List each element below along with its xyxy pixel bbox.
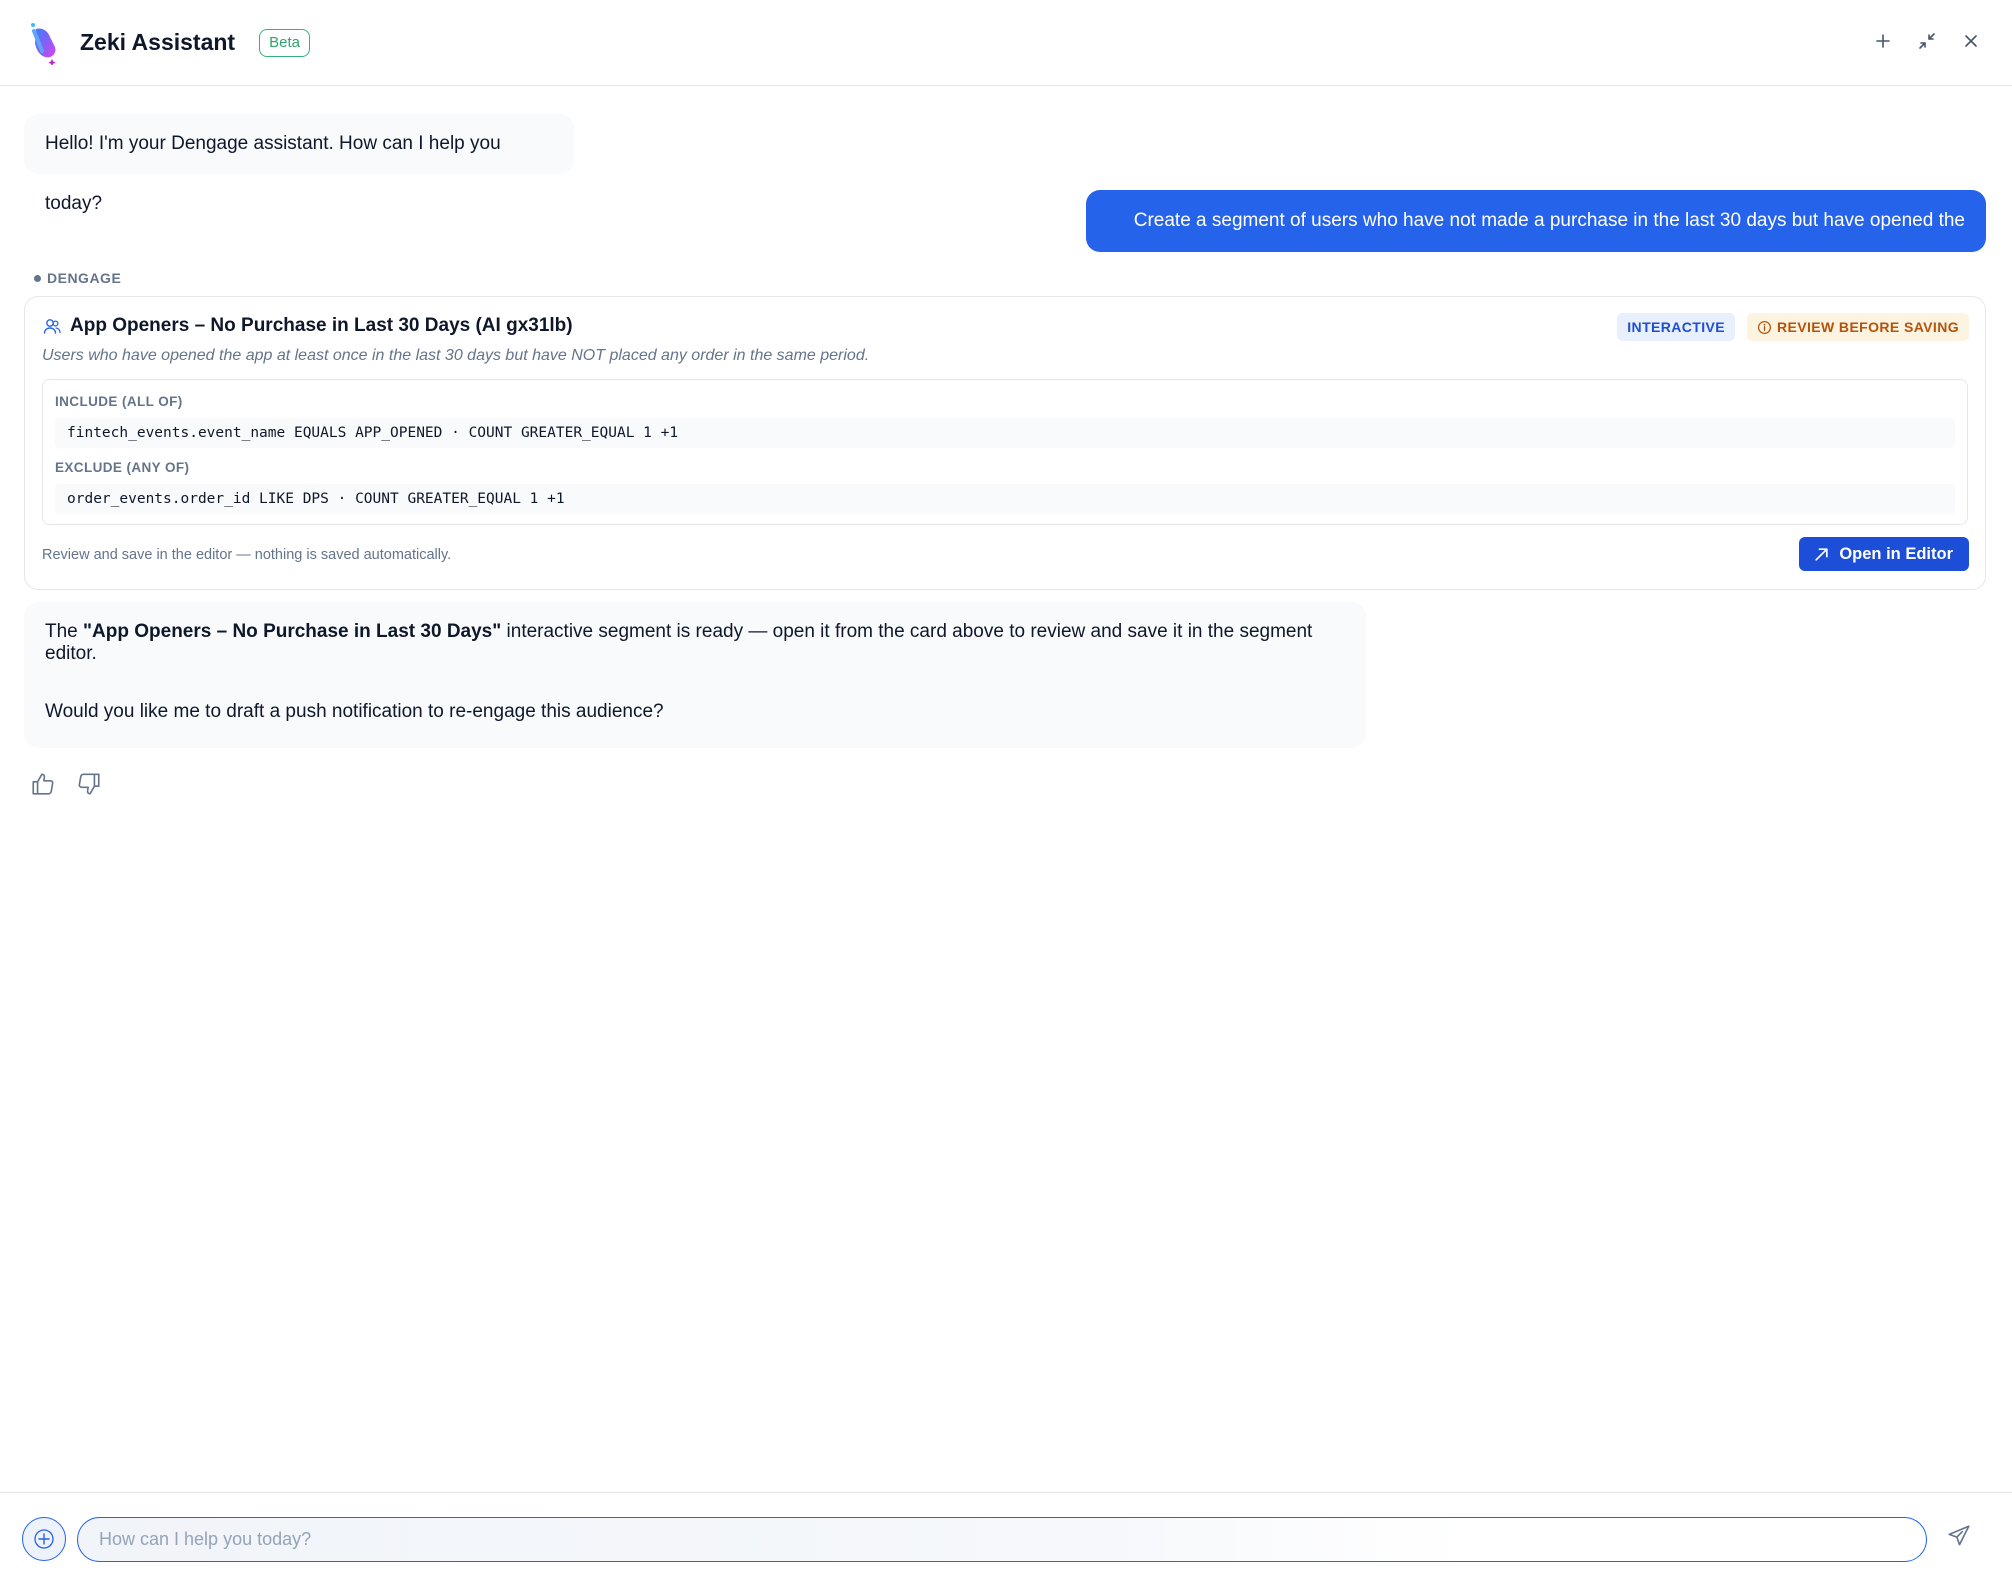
close-icon	[1965, 35, 1977, 47]
close-button[interactable]	[1956, 26, 1986, 56]
composer	[0, 1492, 2012, 1572]
plus-icon	[34, 1529, 54, 1549]
dot-icon	[34, 274, 41, 282]
segment-badges: INTERACTIVE REVIEW BEFORE SAVING	[1617, 313, 1969, 341]
exclude-rule: order_events.order_id LIKE DPS · COUNT G…	[55, 484, 1955, 514]
include-label: INCLUDE (ALL OF)	[55, 394, 183, 409]
minimize-button[interactable]	[1912, 26, 1942, 56]
interactive-badge: INTERACTIVE	[1617, 313, 1736, 341]
segment-footer-note: Review and save in the editor — nothing …	[42, 547, 452, 563]
open-in-editor-label: Open in Editor	[1839, 544, 1953, 563]
review-badge: REVIEW BEFORE SAVING	[1747, 313, 1969, 341]
minimize-icon	[1919, 33, 1935, 49]
assistant-message-greeting: Hello! I'm your Dengage assistant. How c…	[24, 114, 574, 214]
new-chat-button[interactable]	[1868, 26, 1898, 56]
segment-title: App Openers – No Purchase in Last 30 Day…	[70, 315, 573, 336]
reply-followup: Would you like me to draft a push notifi…	[45, 701, 664, 722]
attach-button[interactable]	[22, 1517, 66, 1561]
thumbs-up-icon	[32, 773, 54, 795]
segment-card-header: App Openers – No Purchase in Last 30 Day…	[42, 315, 573, 337]
source-label-text: DENGAGE	[47, 270, 122, 286]
users-icon	[42, 316, 62, 336]
user-message: Create a segment of users who have not m…	[1086, 190, 1986, 293]
assistant-message-reply: The "App Openers – No Purchase in Last 3…	[24, 602, 1366, 748]
external-arrow-icon	[1815, 547, 1828, 561]
header-actions	[1868, 26, 1986, 56]
beta-badge: Beta	[259, 28, 310, 57]
segment-rules: INCLUDE (ALL OF) fintech_events.event_na…	[42, 379, 1968, 525]
reply-prefix: The	[45, 621, 84, 642]
thumbs-down-button[interactable]	[76, 771, 102, 797]
assistant-window: Zeki Assistant Beta Hello! I'm your Deng…	[0, 0, 2012, 1572]
reply-segment-name: "App Openers – No Purchase in Last 30 Da…	[83, 621, 502, 642]
thumbs-up-button[interactable]	[30, 771, 56, 797]
header: Zeki Assistant Beta	[0, 0, 2012, 86]
zeki-logo-icon	[28, 21, 62, 66]
info-icon	[1757, 320, 1772, 334]
open-in-editor-button[interactable]: Open in Editor	[1799, 537, 1969, 571]
source-label: DENGAGE	[34, 270, 121, 286]
feedback-actions	[30, 771, 102, 797]
review-badge-label: REVIEW BEFORE SAVING	[1777, 319, 1959, 335]
segment-description: Users who have opened the app at least o…	[42, 347, 870, 364]
plus-icon	[1876, 34, 1890, 48]
thumbs-down-icon	[78, 773, 100, 795]
reply-paragraph: The "App Openers – No Purchase in Last 3…	[45, 621, 1345, 665]
exclude-label: EXCLUDE (ANY OF)	[55, 460, 190, 475]
send-button[interactable]	[1946, 1523, 1976, 1553]
send-icon	[1948, 1525, 1970, 1546]
segment-card: App Openers – No Purchase in Last 30 Day…	[24, 296, 1986, 590]
app-title: Zeki Assistant	[80, 29, 236, 55]
chat-input[interactable]	[77, 1517, 1927, 1562]
include-rule: fintech_events.event_name EQUALS APP_OPE…	[55, 418, 1955, 448]
